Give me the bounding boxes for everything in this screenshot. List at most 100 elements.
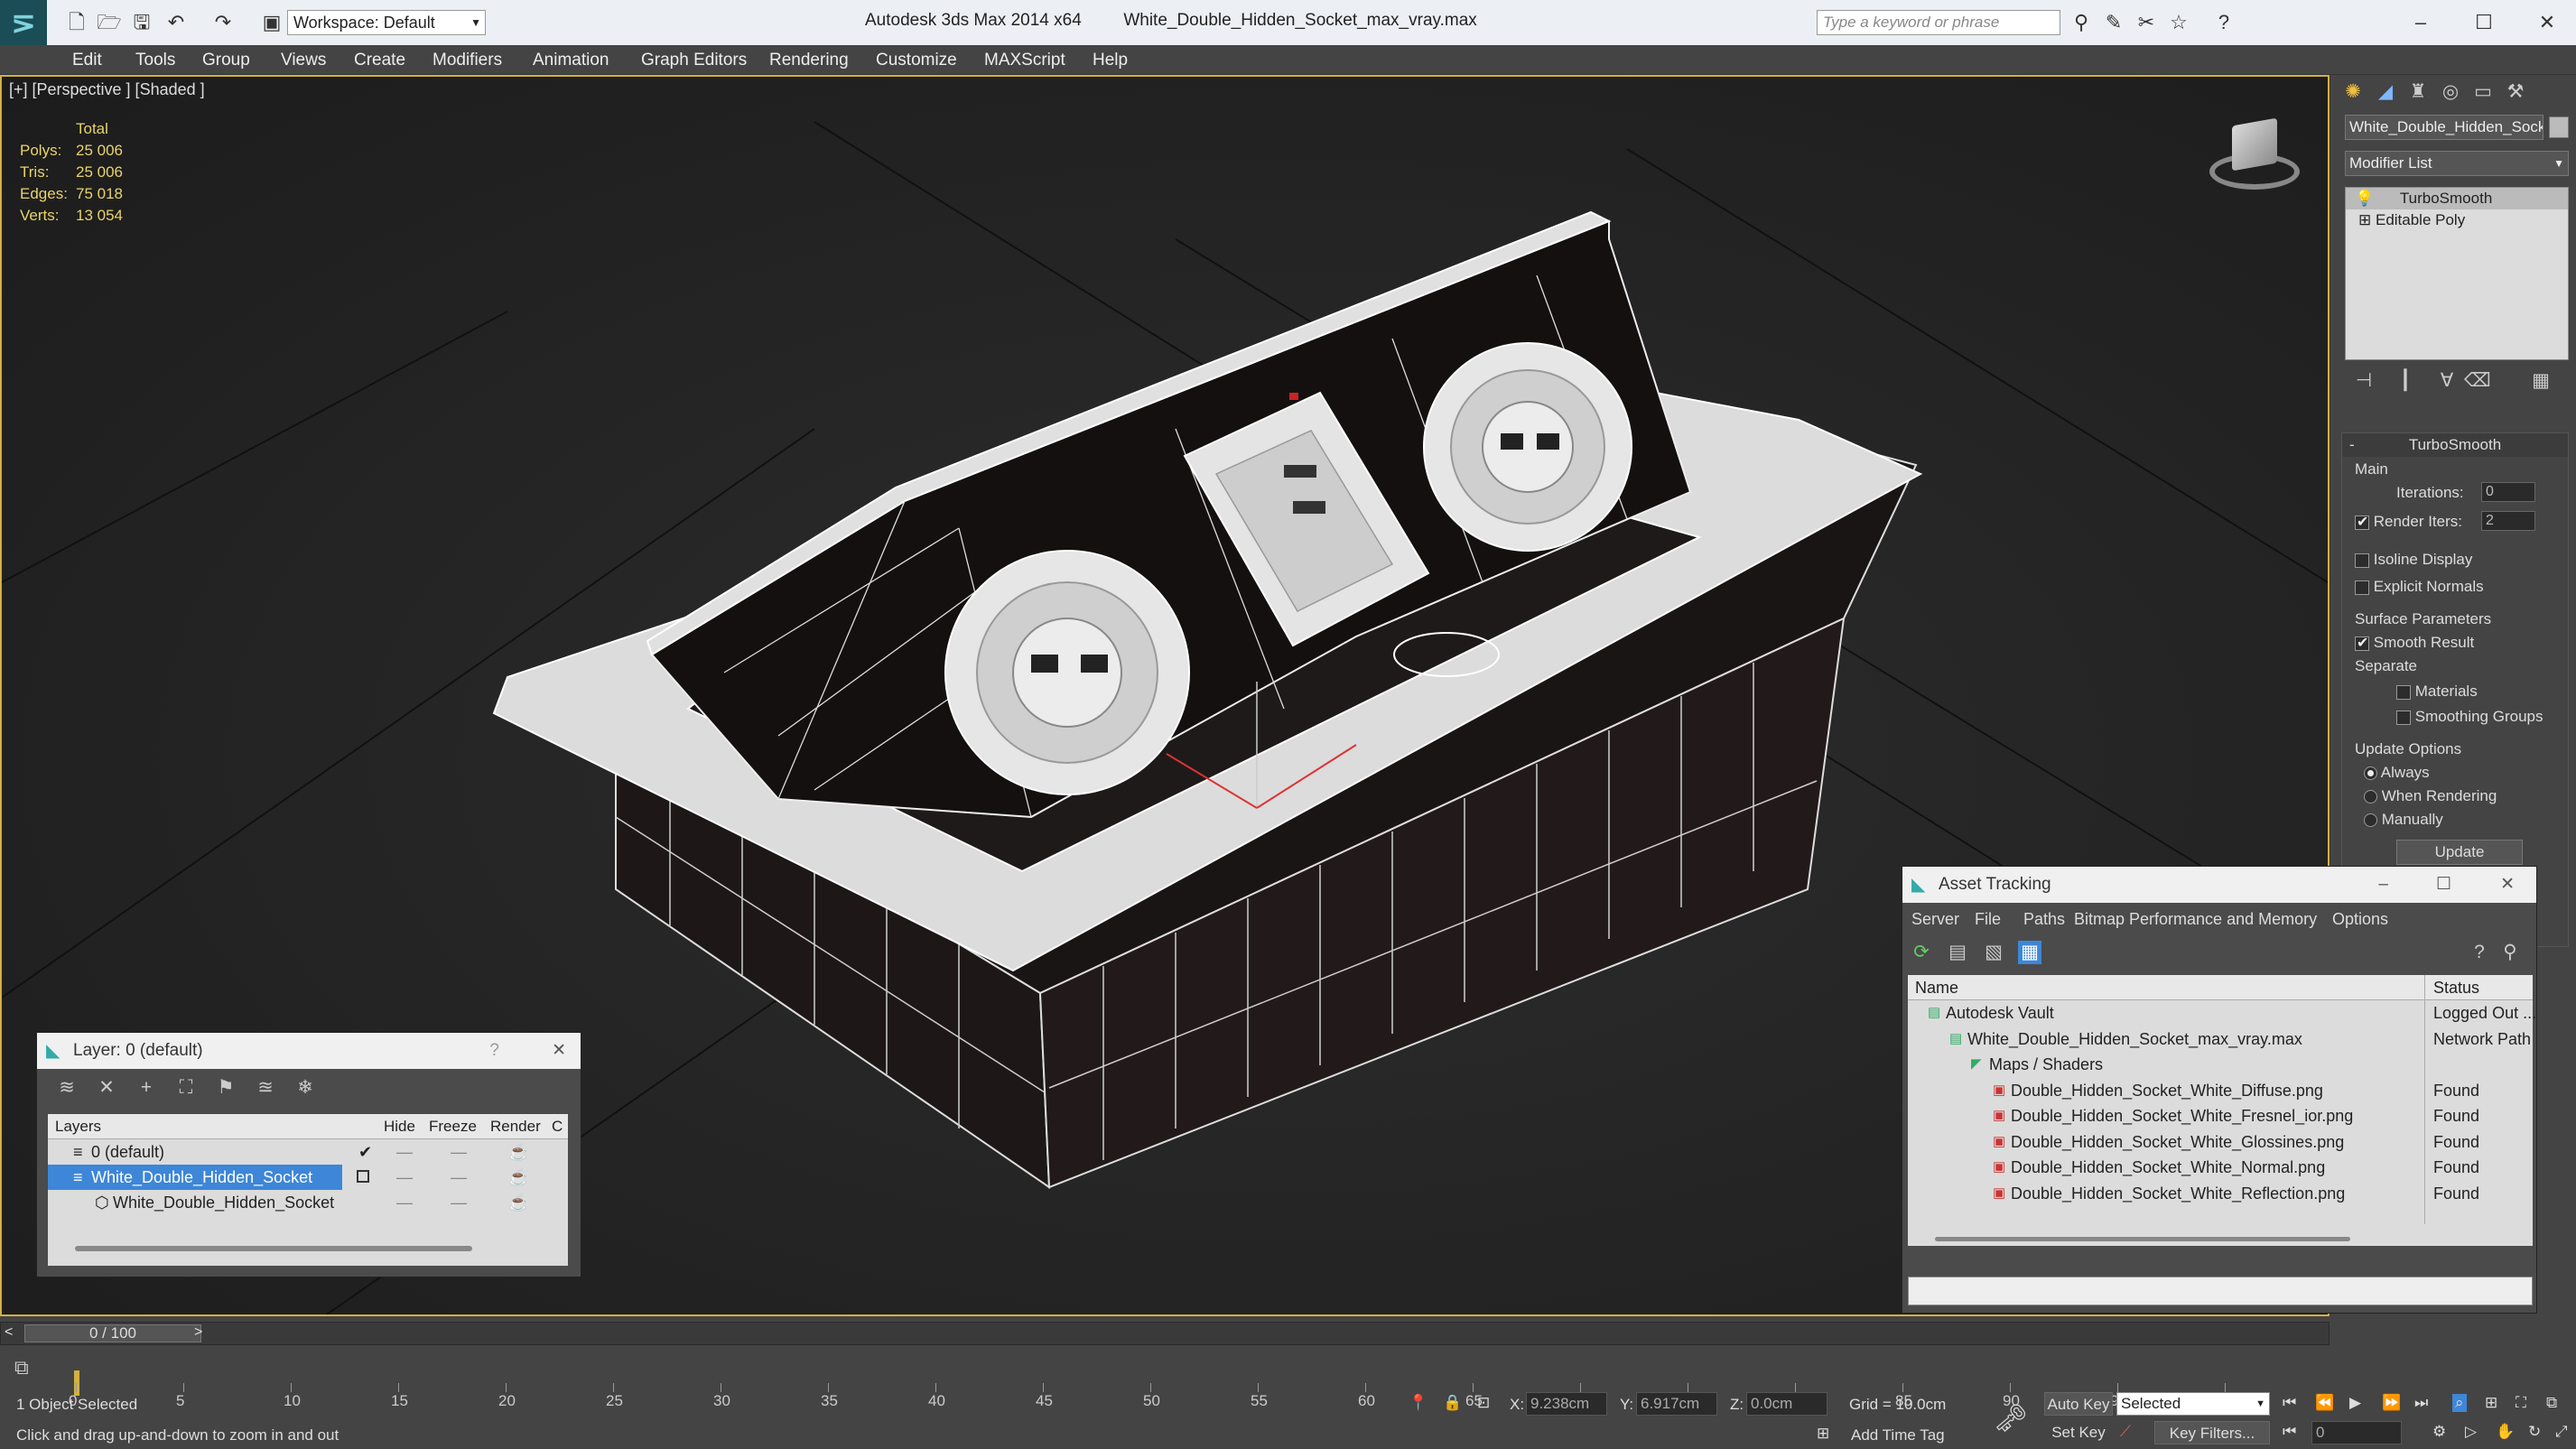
asset-row[interactable]: ▣ Double_Hidden_Socket_White_Reflection.p… [1908,1181,2533,1206]
when-rendering-radio[interactable] [2364,790,2377,804]
field-of-view-icon[interactable]: ▷ [2465,1423,2477,1441]
object-name-field[interactable]: White_Double_Hidden_Socke [2345,115,2543,140]
hide-toggle[interactable]: — [396,1139,413,1165]
object-color-swatch[interactable] [2549,116,2569,138]
thumbnail-view-icon[interactable]: ▧ [1982,941,2005,964]
smoothing-groups-checkbox[interactable] [2396,710,2411,725]
render-teapot-icon[interactable]: ☕ [508,1165,528,1190]
asset-row[interactable]: ◤ Maps / Shaders [1908,1052,2533,1077]
freeze-toggle[interactable]: — [451,1190,467,1215]
close-icon[interactable]: ✕ [2500,867,2515,903]
x-coord-field[interactable]: 9.238cm [1526,1392,1607,1416]
create-layer-icon[interactable]: ≋ [55,1076,79,1100]
column-header[interactable]: Layers [55,1114,101,1139]
rollout-header[interactable]: - TurboSmooth [2342,433,2568,457]
menu-rendering[interactable]: Rendering [769,51,849,70]
lock-selection-icon[interactable]: 🔒 [1443,1394,1462,1412]
freeze-toggle[interactable]: — [451,1139,467,1165]
help-icon[interactable]: ? [489,1033,499,1069]
menu-group[interactable]: Group [202,51,250,70]
absolute-mode-icon[interactable]: ⊡ [1477,1394,1490,1412]
asset-menu-bitmap[interactable]: Bitmap Performance and Memory [2074,903,2317,935]
next-frame-icon[interactable]: ⏩ [2382,1394,2401,1412]
refresh-icon[interactable]: ⟳ [1910,941,1933,964]
render-iters-checkbox[interactable] [2355,513,2369,531]
column-header[interactable]: Status [2433,975,2479,1000]
asset-path-field[interactable] [1908,1277,2533,1305]
orbit-icon[interactable]: ↻ [2528,1423,2541,1441]
communication-icon[interactable]: ✎ [2100,9,2127,36]
table-view-icon[interactable]: ▦ [2018,941,2041,964]
isoline-checkbox[interactable] [2355,553,2369,568]
render-iters-spinner[interactable]: 2 [2481,511,2535,531]
workspace-dropdown[interactable]: Workspace: Default ▼ [287,10,486,35]
asset-menu-paths[interactable]: Paths [2023,903,2065,935]
pan-icon[interactable]: ✋ [2496,1423,2515,1441]
render-teapot-icon[interactable]: ☕ [508,1139,528,1165]
time-slider-thumb[interactable]: 0 / 100 [24,1324,201,1342]
menu-graph-editors[interactable]: Graph Editors [641,51,747,70]
asset-row[interactable]: ▣ Double_Hidden_Socket_White_Glossines.pn… [1908,1129,2533,1155]
prev-frame-icon[interactable]: < [5,1324,13,1341]
set-key-button[interactable]: Set Key [2044,1421,2113,1444]
hide-all-layers-icon[interactable]: ≊ [254,1076,277,1100]
column-header[interactable]: Freeze [429,1114,477,1139]
go-to-end-icon[interactable]: ⏭ [2414,1394,2428,1412]
object-row[interactable]: ⬡ White_Double_Hidden_Socket — — ☕ [48,1190,568,1215]
freeze-all-layers-icon[interactable]: ❄ [293,1076,317,1100]
asset-row[interactable]: ▣ Double_Hidden_Socket_White_Fresnel_ior.… [1908,1103,2533,1129]
minimize-icon[interactable]: – [2378,867,2388,903]
hide-toggle[interactable]: — [396,1190,413,1215]
viewcube[interactable] [2205,113,2304,194]
add-to-layer-icon[interactable]: + [135,1076,158,1100]
next-frame-icon[interactable]: > [194,1324,202,1341]
asset-row[interactable]: ▤ Autodesk Vault Logged Out ... [1908,1000,2536,1026]
layer-row[interactable]: ≡ 0 (default) ✔ — — ☕ [48,1139,568,1165]
motion-tab-icon[interactable]: ◎ [2439,80,2462,104]
modifier-stack[interactable]: 💡 TurboSmooth ⊞ Editable Poly [2345,187,2569,360]
horizontal-scrollbar[interactable] [75,1246,472,1251]
make-unique-icon[interactable]: ∀ [2435,369,2459,393]
y-coord-field[interactable]: 6.917cm [1636,1392,1717,1416]
pin-stack-icon[interactable]: ⊣ [2352,369,2376,393]
go-to-start-icon[interactable]: ⏮ [2283,1394,2296,1412]
horizontal-scrollbar[interactable] [1935,1237,2350,1241]
configure-sets-icon[interactable]: ▦ [2529,369,2553,393]
binoculars-icon[interactable]: ⚲ [2068,9,2095,36]
plus-icon[interactable]: ⊞ [2358,211,2371,228]
asset-menu-options[interactable]: Options [2332,903,2388,935]
zoom-icon[interactable]: ⌕ [2452,1394,2467,1412]
asset-menu-file[interactable]: File [1975,903,2001,935]
key-filters-button[interactable]: Key Filters... [2154,1421,2270,1444]
asset-row[interactable]: ▣ Double_Hidden_Socket_White_Normal.png Fo… [1908,1155,2533,1180]
menu-tools[interactable]: Tools [135,51,175,70]
menu-views[interactable]: Views [281,51,326,70]
help-icon[interactable]: ? [2468,941,2491,964]
app-logo[interactable]: ⋝ [0,0,47,45]
open-file-icon[interactable]: 🗁 [96,9,123,36]
help-icon[interactable]: ? [2210,9,2237,36]
set-key-icon[interactable]: 🗝 [1994,1403,2028,1435]
render-teapot-icon[interactable]: ☕ [508,1190,528,1215]
auto-key-button[interactable]: Auto Key [2044,1392,2113,1416]
asset-row[interactable]: ▤ White_Double_Hidden_Socket_max_vray.max… [1908,1026,2533,1052]
create-tab-icon[interactable]: ✺ [2341,80,2365,104]
iterations-spinner[interactable]: 0 [2481,482,2535,502]
delete-layer-icon[interactable]: ✕ [95,1076,118,1100]
key-set-dropdown[interactable]: Selected ▼ [2116,1392,2270,1416]
display-tab-icon[interactable]: ▭ [2471,80,2495,104]
menu-create[interactable]: Create [354,51,405,70]
layer-window-titlebar[interactable]: ◣ Layer: 0 (default) ? ✕ [37,1033,581,1069]
menu-edit[interactable]: Edit [72,51,102,70]
list-view-icon[interactable]: ▤ [1946,941,1969,964]
manually-radio[interactable] [2364,813,2377,828]
close-icon[interactable]: ✕ [2534,9,2561,36]
hide-toggle[interactable]: — [396,1165,413,1190]
previous-frame-icon[interactable]: ⏪ [2315,1394,2334,1412]
utilities-tab-icon[interactable]: ⚒ [2504,80,2527,104]
asset-window-titlebar[interactable]: ◣ Asset Tracking – ☐ ✕ [1902,867,2536,903]
key-mode-toggle-icon[interactable]: ⏮ [2283,1423,2296,1441]
hierarchy-tab-icon[interactable]: ♜ [2406,80,2430,104]
column-header[interactable]: Render [490,1114,541,1139]
remove-modifier-icon[interactable]: ⌫ [2464,369,2491,393]
